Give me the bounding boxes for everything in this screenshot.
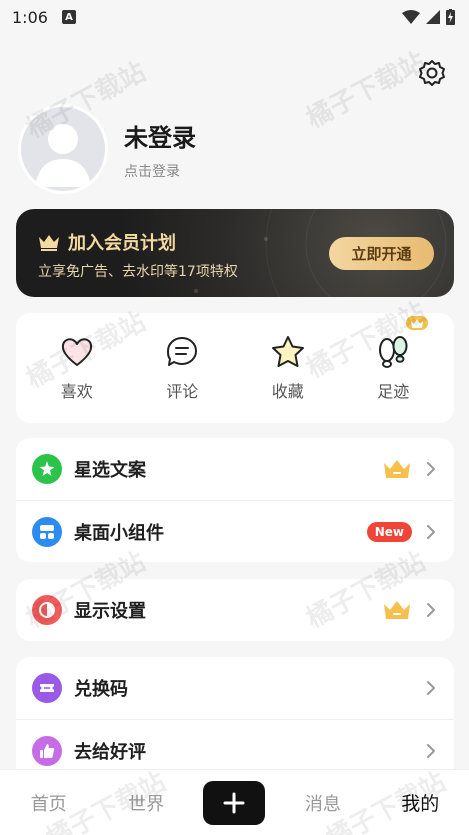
battery-icon: [446, 9, 455, 25]
tab-world[interactable]: 世界: [106, 790, 186, 816]
quick-label-comments: 评论: [166, 382, 199, 401]
profile-login-area[interactable]: 未登录 点击登录: [18, 104, 196, 194]
new-badge: New: [366, 521, 412, 542]
settings-button[interactable]: [417, 58, 447, 88]
widget-icon: [32, 516, 62, 547]
profile-name: 未登录: [124, 123, 196, 152]
plus-icon: [223, 792, 245, 813]
tab-home[interactable]: 首页: [9, 790, 89, 816]
menu-item-redeem[interactable]: 兑换码: [16, 657, 454, 719]
quick-item-footprints[interactable]: 足迹: [348, 316, 438, 402]
signal-icon: [426, 10, 440, 24]
create-button[interactable]: [203, 780, 266, 825]
star-icon: [271, 336, 304, 367]
vip-subtitle: 立享免广告、去水印等17项特权: [38, 264, 238, 280]
heart-icon: [61, 338, 92, 366]
vip-crown-icon: [384, 601, 410, 619]
menu-item-widget[interactable]: 桌面小组件 New: [16, 500, 454, 562]
gear-icon: [419, 60, 445, 86]
crown-icon: [39, 235, 59, 251]
tab-messages[interactable]: 消息: [283, 790, 363, 816]
ticket-icon: [32, 673, 62, 703]
chevron-right-icon: [427, 524, 435, 539]
menu-card-display: 显示设置: [16, 579, 454, 641]
vip-title-row: 加入会员计划: [38, 229, 176, 255]
bottom-tab-bar: 首页 世界 消息 我的: [0, 769, 469, 835]
quick-actions: 喜欢 评论 收藏 足迹: [16, 313, 454, 423]
crown-small-icon: [411, 318, 424, 328]
chevron-right-icon: [427, 681, 435, 695]
quick-item-comments[interactable]: 评论: [137, 334, 227, 402]
status-bar: 1:06 A: [0, 0, 469, 34]
avatar[interactable]: [18, 104, 108, 194]
quick-item-likes[interactable]: 喜欢: [32, 334, 122, 402]
chevron-right-icon: [427, 462, 435, 476]
status-left: 1:06 A: [12, 8, 76, 27]
menu-card-more: 兑换码 去给好评: [16, 657, 454, 787]
vip-crown-badge: [406, 316, 429, 330]
tab-mine[interactable]: 我的: [380, 789, 460, 816]
wifi-icon: [402, 10, 420, 24]
status-right: [402, 9, 455, 25]
menu-item-xingxuan[interactable]: 星选文案: [16, 438, 454, 500]
menu-label-xingxuan: 星选文案: [74, 460, 146, 481]
profile-text: 未登录 点击登录: [124, 118, 196, 181]
quick-label-likes: 喜欢: [60, 382, 93, 401]
vip-banner[interactable]: 加入会员计划 立享免广告、去水印等17项特权 立即开通: [16, 209, 454, 297]
chevron-right-icon: [427, 603, 435, 617]
vip-title: 加入会员计划: [68, 233, 176, 254]
comment-icon: [167, 337, 198, 366]
quick-label-footprints: 足迹: [377, 382, 410, 401]
menu-label-display: 显示设置: [74, 601, 146, 622]
menu-card-features: 星选文案 桌面小组件 New: [16, 438, 454, 562]
footprint-icon: [379, 336, 408, 368]
watermark: 橘子下载站: [301, 46, 431, 135]
status-time: 1:06: [12, 7, 48, 27]
sparkle-icon: [32, 454, 62, 484]
menu-label-redeem: 兑换码: [74, 679, 128, 700]
login-hint[interactable]: 点击登录: [124, 161, 196, 181]
thumbs-up-icon: [32, 735, 62, 766]
menu-label-widget: 桌面小组件: [74, 522, 164, 544]
vip-crown-icon: [384, 460, 410, 478]
vip-activate-button[interactable]: 立即开通: [329, 237, 434, 270]
display-icon: [32, 595, 62, 625]
menu-label-review: 去给好评: [74, 741, 146, 763]
chevron-right-icon: [427, 743, 435, 758]
notification-a-icon: A: [61, 10, 76, 24]
menu-item-display-settings[interactable]: 显示设置: [16, 579, 454, 641]
quick-label-favorites: 收藏: [271, 382, 304, 401]
quick-item-favorites[interactable]: 收藏: [243, 334, 333, 402]
default-avatar-icon: [35, 124, 91, 187]
